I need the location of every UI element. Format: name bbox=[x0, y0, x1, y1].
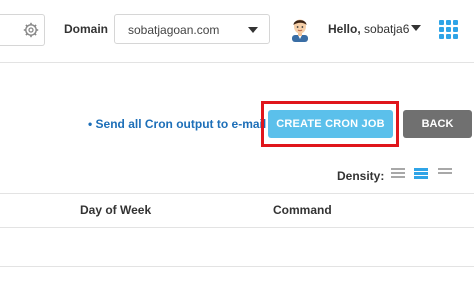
send-cron-output-email-link[interactable]: • Send all Cron output to e-mail bbox=[88, 117, 266, 131]
user-menu-chevron-icon[interactable] bbox=[411, 25, 421, 31]
highlight-annotation bbox=[261, 101, 399, 147]
domain-label: Domain bbox=[64, 22, 109, 36]
table-header-divider bbox=[0, 227, 474, 228]
chevron-down-icon bbox=[248, 27, 258, 33]
gear-icon[interactable] bbox=[23, 22, 39, 38]
column-header-day-of-week[interactable]: Day of Week bbox=[80, 203, 151, 217]
density-comfortable-icon[interactable] bbox=[438, 168, 452, 180]
username-text: sobatja6 bbox=[364, 22, 410, 36]
table-top-divider bbox=[0, 193, 474, 194]
apps-grid-icon[interactable] bbox=[439, 20, 458, 39]
table-row-divider bbox=[0, 266, 474, 267]
back-button[interactable]: BACK bbox=[403, 110, 472, 138]
column-header-command[interactable]: Command bbox=[273, 203, 332, 217]
avatar[interactable] bbox=[289, 16, 311, 42]
density-compact-icon[interactable] bbox=[391, 168, 405, 180]
top-bar: Domain sobatjagoan.com Hello, sobatja6 bbox=[0, 0, 474, 63]
density-label: Density: bbox=[337, 169, 385, 183]
domain-select[interactable]: sobatjagoan.com bbox=[114, 14, 270, 44]
user-greeting[interactable]: Hello, sobatja6 bbox=[328, 22, 409, 36]
domain-select-value: sobatjagoan.com bbox=[128, 23, 220, 37]
density-normal-icon[interactable] bbox=[414, 168, 428, 180]
greeting-text: Hello, bbox=[328, 22, 361, 36]
